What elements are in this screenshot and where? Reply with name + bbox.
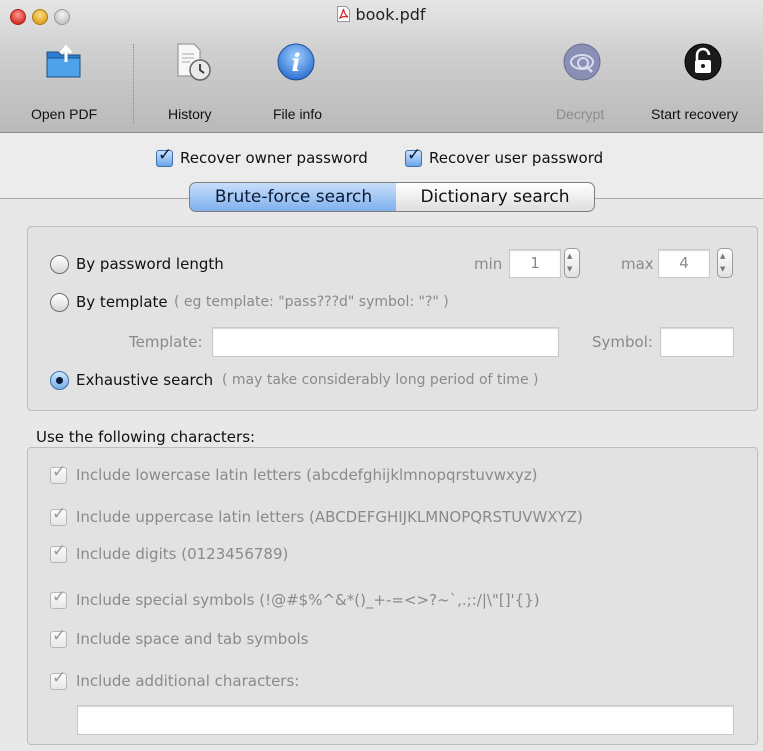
exhaustive-search-label: Exhaustive search <box>76 371 214 389</box>
checkmark-icon: ✓ <box>52 626 67 646</box>
app-window: book.pdf Open PDF History i File info De… <box>0 0 763 751</box>
include-digits-label: Include digits (0123456789) <box>76 545 289 563</box>
include-special-symbols-label: Include special symbols (!@#$%^&*()_+-=<… <box>76 591 540 609</box>
decrypt-eye-icon <box>563 43 601 81</box>
checkmark-icon: ✓ <box>52 587 67 607</box>
include-digits-checkbox[interactable]: ✓ <box>50 541 67 563</box>
min-length-field[interactable]: 1 <box>509 249 561 278</box>
history-label: History <box>168 106 212 122</box>
recover-owner-checkbox[interactable]: ✓ <box>156 145 173 167</box>
include-lowercase-checkbox[interactable]: ✓ <box>50 462 67 484</box>
toolbar: book.pdf Open PDF History i File info De… <box>0 0 763 133</box>
by-password-length-radio[interactable] <box>50 255 69 274</box>
by-template-label: By template <box>76 293 168 311</box>
template-input[interactable] <box>212 327 559 357</box>
checkmark-icon: ✓ <box>52 504 67 524</box>
toolbar-separator <box>133 44 134 124</box>
max-length-field[interactable]: 4 <box>658 249 710 278</box>
checkmark-icon: ✓ <box>52 541 67 561</box>
min-length-stepper[interactable]: ▲ ▼ <box>564 248 580 278</box>
pdf-file-icon <box>337 6 351 22</box>
template-hint: ( eg template: "pass???d" symbol: "?" ) <box>174 294 449 310</box>
decrypt-label: Decrypt <box>556 106 605 122</box>
max-length-stepper[interactable]: ▲ ▼ <box>717 248 733 278</box>
recover-user-checkbox[interactable]: ✓ <box>405 145 422 167</box>
checkmark-icon: ✓ <box>52 462 67 482</box>
charset-section-title: Use the following characters: <box>36 428 256 446</box>
decrypt-button[interactable] <box>562 42 602 86</box>
open-pdf-label: Open PDF <box>31 106 98 122</box>
file-info-label: File info <box>273 106 323 122</box>
include-space-tab-checkbox[interactable]: ✓ <box>50 626 67 648</box>
recover-user-label: Recover user password <box>429 149 604 167</box>
additional-characters-input[interactable] <box>77 705 734 735</box>
template-field-label: Template: <box>129 333 203 351</box>
info-icon: i <box>277 43 315 81</box>
history-button[interactable] <box>174 42 214 86</box>
window-title-bar: book.pdf <box>0 5 763 24</box>
start-recovery-button[interactable] <box>683 42 723 86</box>
exhaustive-search-radio[interactable] <box>50 371 69 390</box>
include-uppercase-checkbox[interactable]: ✓ <box>50 504 67 526</box>
by-password-length-label: By password length <box>76 255 224 273</box>
include-special-symbols-checkbox[interactable]: ✓ <box>50 587 67 609</box>
unlock-icon <box>684 43 722 81</box>
by-template-radio[interactable] <box>50 293 69 312</box>
tab-dictionary-search[interactable]: Dictionary search <box>396 182 595 212</box>
checkmark-icon: ✓ <box>52 668 67 688</box>
min-length-label: min <box>474 255 503 273</box>
window-title: book.pdf <box>355 5 426 24</box>
include-lowercase-label: Include lowercase latin letters (abcdefg… <box>76 466 538 484</box>
include-space-tab-label: Include space and tab symbols <box>76 630 309 648</box>
checkmark-icon: ✓ <box>407 145 422 165</box>
checkmark-icon: ✓ <box>158 145 173 165</box>
history-document-clock-icon <box>177 43 211 81</box>
start-recovery-label: Start recovery <box>651 106 739 122</box>
open-pdf-button[interactable] <box>44 42 84 86</box>
include-additional-checkbox[interactable]: ✓ <box>50 668 67 690</box>
radio-dot-icon <box>56 377 63 384</box>
symbol-field-label: Symbol: <box>592 333 653 351</box>
svg-text:i: i <box>291 48 300 77</box>
recover-owner-label: Recover owner password <box>180 149 368 167</box>
tab-brute-force-search[interactable]: Brute-force search <box>189 182 398 212</box>
include-uppercase-label: Include uppercase latin letters (ABCDEFG… <box>76 508 583 526</box>
max-length-label: max <box>621 255 654 273</box>
symbol-input[interactable] <box>660 327 734 357</box>
file-info-button[interactable]: i <box>276 42 316 86</box>
include-additional-label: Include additional characters: <box>76 672 300 690</box>
exhaustive-search-hint: ( may take considerably long period of t… <box>222 372 539 388</box>
open-folder-icon <box>46 44 81 78</box>
